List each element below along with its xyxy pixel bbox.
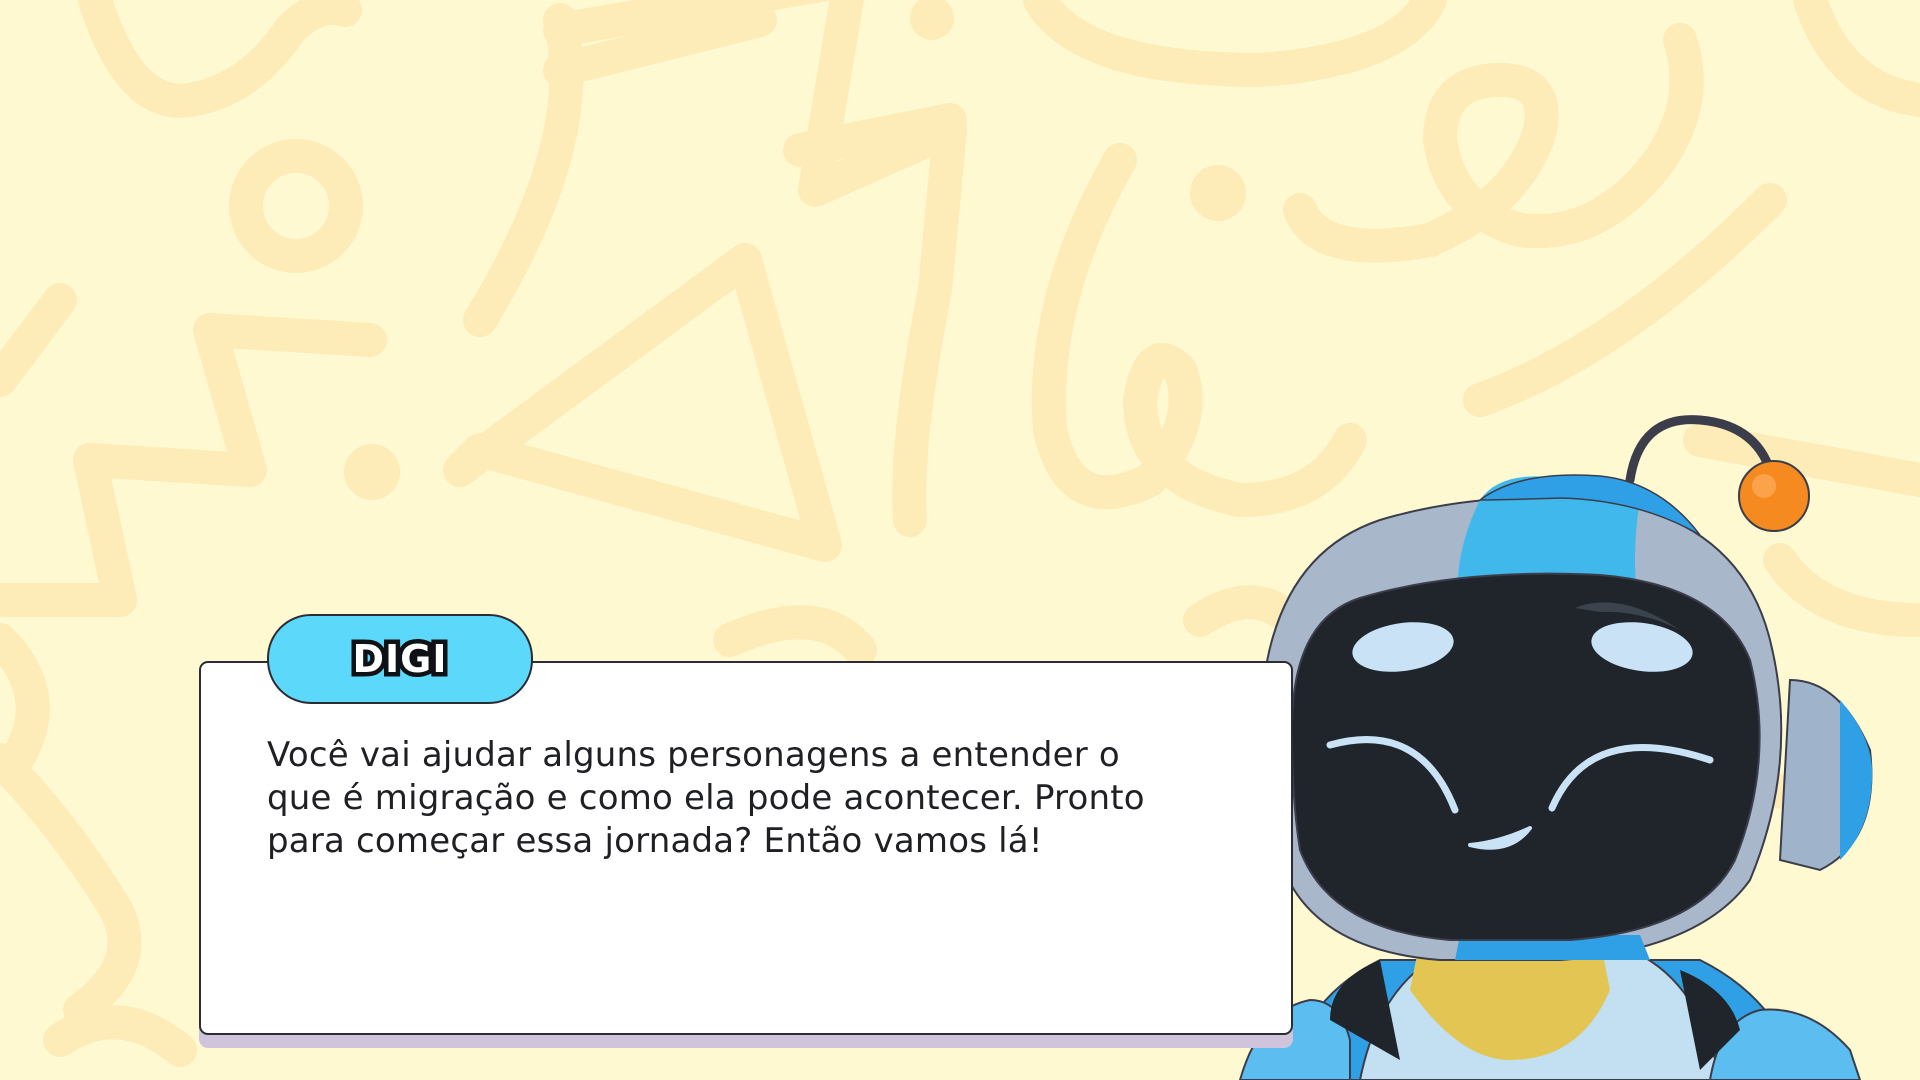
speaker-name: DIGI [348, 633, 451, 686]
dialog-text: Você vai ajudar alguns personagens a ent… [267, 735, 1145, 861]
speaker-name-tag: DIGI [267, 614, 533, 704]
dialog-box[interactable]: Você vai ajudar alguns personagens a ent… [199, 661, 1293, 1035]
robot-head [1218, 474, 1873, 961]
